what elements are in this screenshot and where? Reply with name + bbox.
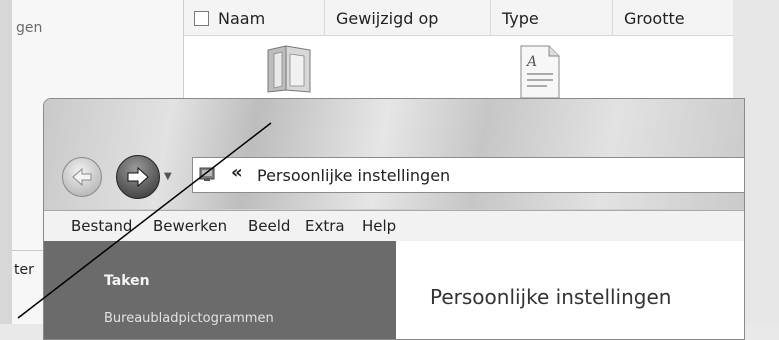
menu-beeld[interactable]: Beeld [248, 217, 290, 235]
back-arrow-icon [72, 167, 92, 187]
menu-help[interactable]: Help [362, 217, 396, 235]
control-panel-icon [199, 166, 215, 182]
page-title: Persoonlijke instellingen [430, 285, 672, 309]
address-bar[interactable]: « Persoonlijke instellingen [192, 157, 744, 193]
folder-icon[interactable] [260, 44, 318, 94]
dropdown-arrow-icon: ▼ [164, 171, 172, 182]
tasks-heading: Taken [104, 273, 150, 289]
forward-button[interactable] [116, 155, 160, 199]
menu-bar: Bestand Bewerken Beeld Extra Help [44, 210, 744, 242]
back-button[interactable] [62, 157, 102, 197]
column-modified[interactable]: Gewijzigd op [336, 9, 438, 28]
column-divider[interactable] [324, 0, 325, 35]
forward-arrow-icon [127, 166, 149, 188]
nav-pane-partial-label-2[interactable]: ter [14, 262, 34, 278]
select-all-checkbox[interactable] [194, 11, 209, 26]
content-pane: Persoonlijke instellingen [396, 241, 744, 339]
breadcrumb-chevron[interactable]: « [231, 162, 243, 183]
column-divider[interactable] [612, 0, 613, 35]
menu-extra[interactable]: Extra [305, 217, 345, 235]
personalization-window: ▼ « Persoonlijke instellingen Bestand Be… [43, 98, 745, 340]
breadcrumb-current[interactable]: Persoonlijke instellingen [257, 166, 450, 185]
svg-text:A: A [525, 54, 537, 70]
menu-bestand[interactable]: Bestand [71, 217, 132, 235]
column-name[interactable]: Naam [218, 9, 265, 28]
column-size[interactable]: Grootte [624, 9, 685, 28]
tasks-pane: Taken Bureaubladpictogrammen [44, 241, 396, 339]
column-divider[interactable] [490, 0, 491, 35]
column-type[interactable]: Type [502, 9, 539, 28]
recent-pages-dropdown[interactable]: ▼ [164, 171, 172, 182]
menu-bewerken[interactable]: Bewerken [153, 217, 227, 235]
document-icon[interactable]: A [515, 44, 563, 100]
nav-pane-partial-label: gen [16, 20, 43, 36]
